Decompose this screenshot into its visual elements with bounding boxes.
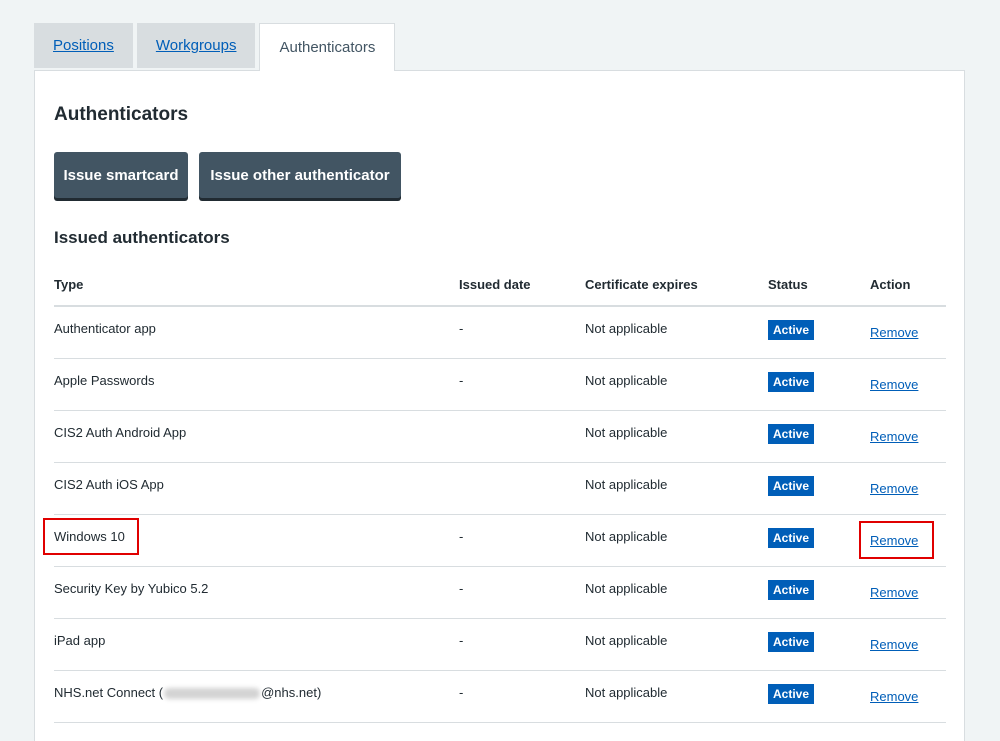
- table-header: Type Issued date Certificate expires Sta…: [54, 263, 946, 307]
- cell-certificate-expires: Not applicable: [585, 581, 668, 596]
- highlight-windows-10: [43, 518, 139, 555]
- header-certificate-expires: Certificate expires: [585, 277, 698, 292]
- cell-certificate-expires: Not applicable: [585, 633, 668, 648]
- page-title: Authenticators: [54, 104, 189, 125]
- cell-certificate-expires: Not applicable: [585, 529, 668, 544]
- highlight-remove-windows-10: [859, 521, 934, 559]
- status-badge: Active: [768, 424, 815, 444]
- cell-issued-date: -: [459, 373, 464, 388]
- cell-certificate-expires: Not applicable: [585, 425, 668, 440]
- cell-type: Security Key by Yubico 5.2: [54, 581, 209, 596]
- table-row: Security Key by Yubico 5.2 - Not applica…: [54, 567, 946, 619]
- issue-smartcard-button[interactable]: Issue smartcard: [54, 152, 188, 198]
- tab-positions[interactable]: Positions: [34, 23, 133, 68]
- cell-certificate-expires: Not applicable: [585, 685, 668, 700]
- cell-issued-date: -: [459, 529, 464, 544]
- remove-link[interactable]: Remove: [870, 585, 918, 600]
- cell-type: CIS2 Auth iOS App: [54, 477, 164, 492]
- table-row: NHS.net Connect ( @nhs.net) - Not applica…: [54, 671, 946, 723]
- status-badge: Active: [768, 528, 815, 548]
- table-row: Apple Passwords - Not applicable Active …: [54, 359, 946, 411]
- status-badge: Active: [768, 476, 815, 496]
- authenticators-table: Type Issued date Certificate expires Sta…: [54, 263, 946, 723]
- status-badge: Active: [768, 580, 815, 600]
- remove-link[interactable]: Remove: [870, 429, 918, 444]
- cell-certificate-expires: Not applicable: [585, 373, 668, 388]
- cell-type: Authenticator app: [54, 321, 156, 336]
- cell-certificate-expires: Not applicable: [585, 477, 668, 492]
- remove-link[interactable]: Remove: [870, 689, 918, 704]
- table-row: Authenticator app - Not applicable Activ…: [54, 307, 946, 359]
- type-prefix: NHS.net Connect (: [54, 685, 164, 700]
- tab-authenticators[interactable]: Authenticators: [259, 23, 396, 71]
- status-badge: Active: [768, 632, 815, 652]
- remove-link[interactable]: Remove: [870, 325, 918, 340]
- issued-authenticators-heading: Issued authenticators: [54, 228, 230, 247]
- tab-bar: Positions Workgroups Authenticators: [34, 23, 396, 71]
- cell-type: CIS2 Auth Android App: [54, 425, 187, 440]
- cell-issued-date: -: [459, 633, 464, 648]
- cell-issued-date: -: [459, 321, 464, 336]
- remove-link[interactable]: Remove: [870, 481, 918, 496]
- status-badge: Active: [768, 684, 815, 704]
- remove-link[interactable]: Remove: [870, 637, 918, 652]
- header-action: Action: [870, 277, 911, 292]
- table-row: CIS2 Auth Android App Not applicable Act…: [54, 411, 946, 463]
- status-badge: Active: [768, 372, 815, 392]
- header-status: Status: [768, 277, 808, 292]
- cell-type: NHS.net Connect ( @nhs.net): [54, 685, 321, 700]
- redacted-email: [164, 688, 261, 700]
- type-suffix: @nhs.net): [261, 685, 322, 700]
- table-row: Windows 10 - Not applicable Active Remov…: [54, 515, 946, 567]
- tab-workgroups[interactable]: Workgroups: [136, 23, 256, 68]
- header-issued-date: Issued date: [459, 277, 531, 292]
- status-badge: Active: [768, 320, 815, 340]
- issue-other-authenticator-button[interactable]: Issue other authenticator: [199, 152, 401, 198]
- cell-issued-date: -: [459, 685, 464, 700]
- authenticators-panel: Authenticators Issue smartcard Issue oth…: [34, 70, 965, 741]
- table-row: CIS2 Auth iOS App Not applicable Active …: [54, 463, 946, 515]
- table-row: iPad app - Not applicable Active Remove: [54, 619, 946, 671]
- cell-type: Apple Passwords: [54, 373, 155, 388]
- cell-type: iPad app: [54, 633, 106, 648]
- header-type: Type: [54, 277, 84, 292]
- cell-certificate-expires: Not applicable: [585, 321, 668, 336]
- remove-link[interactable]: Remove: [870, 377, 918, 392]
- cell-issued-date: -: [459, 581, 464, 596]
